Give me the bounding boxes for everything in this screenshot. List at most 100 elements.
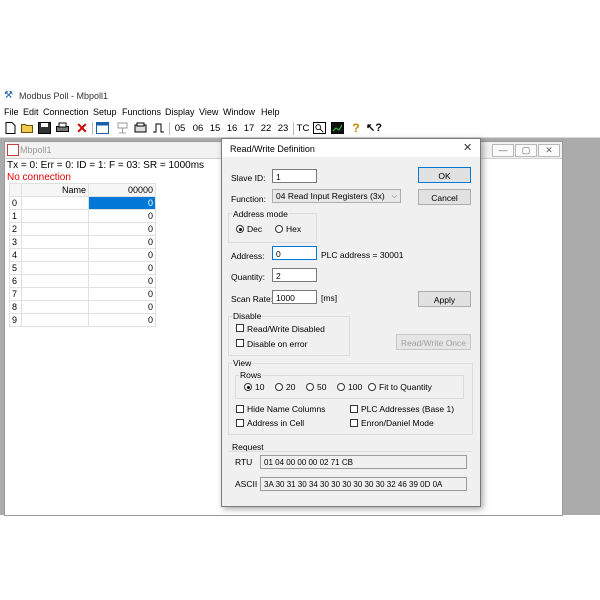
table-row[interactable]: 10 xyxy=(9,209,156,223)
help-icon[interactable]: ? xyxy=(350,121,362,136)
row-value[interactable]: 0 xyxy=(88,235,156,249)
new-file-icon[interactable] xyxy=(4,122,17,134)
table-row[interactable]: 60 xyxy=(9,274,156,288)
apply-button[interactable]: Apply xyxy=(418,291,471,307)
row-value[interactable]: 0 xyxy=(88,287,156,301)
menu-connection[interactable]: Connection xyxy=(43,107,89,117)
save-icon[interactable] xyxy=(38,122,51,134)
dec-radio[interactable] xyxy=(236,225,244,233)
row-name[interactable] xyxy=(21,287,89,301)
address-in-cell-checkbox[interactable] xyxy=(236,419,244,427)
close-button[interactable]: ✕ xyxy=(538,144,560,157)
table-row[interactable]: 40 xyxy=(9,248,156,262)
grid-corner xyxy=(9,183,22,197)
menu-edit[interactable]: Edit xyxy=(23,107,39,117)
connect-icon[interactable] xyxy=(116,122,129,134)
fc-17-button[interactable]: 17 xyxy=(241,121,257,136)
rows-fit-radio[interactable] xyxy=(368,383,376,391)
menu-view[interactable]: View xyxy=(199,107,218,117)
fc-22-button[interactable]: 22 xyxy=(258,121,274,136)
header-address: 00000 xyxy=(88,183,156,197)
rw-disabled-checkbox[interactable] xyxy=(236,324,244,332)
fc-23-button[interactable]: 23 xyxy=(275,121,291,136)
row-value[interactable]: 0 xyxy=(88,261,156,275)
rows-20-radio[interactable] xyxy=(275,383,283,391)
hex-radio[interactable] xyxy=(275,225,283,233)
menu-help[interactable]: Help xyxy=(261,107,280,117)
dialog-title: Read/Write Definition xyxy=(230,144,315,154)
chart-icon[interactable] xyxy=(331,122,344,134)
row-name[interactable] xyxy=(21,209,89,223)
mbpoll-title: Mbpoll1 xyxy=(20,145,52,155)
register-grid: Name 00000 00 10 20 30 40 50 60 70 80 90 xyxy=(9,183,156,327)
rows-10-radio[interactable] xyxy=(244,383,252,391)
document-icon xyxy=(7,144,19,156)
row-value[interactable]: 0 xyxy=(88,222,156,236)
menu-window[interactable]: Window xyxy=(223,107,255,117)
disconnect-icon[interactable] xyxy=(134,122,147,134)
ok-button[interactable]: OK xyxy=(418,167,471,183)
menu-display[interactable]: Display xyxy=(165,107,195,117)
row-name[interactable] xyxy=(21,261,89,275)
row-value[interactable]: 0 xyxy=(88,300,156,314)
rows-title: Rows xyxy=(239,370,263,380)
rw-once-button[interactable]: Read/Write Once xyxy=(396,334,471,350)
table-row[interactable]: 90 xyxy=(9,313,156,327)
table-row[interactable]: 70 xyxy=(9,287,156,301)
plc-addresses-label: PLC Addresses (Base 1) xyxy=(361,404,455,414)
maximize-button[interactable]: ▢ xyxy=(515,144,537,157)
quantity-input[interactable]: 2 xyxy=(272,268,317,282)
table-row[interactable]: 00 xyxy=(9,196,156,210)
rw-disabled-label: Read/Write Disabled xyxy=(247,324,325,334)
menu-functions[interactable]: Functions xyxy=(122,107,161,117)
row-value[interactable]: 0 xyxy=(88,248,156,262)
table-row[interactable]: 80 xyxy=(9,300,156,314)
row-value[interactable]: 0 xyxy=(88,313,156,327)
scan-rate-input[interactable]: 1000 xyxy=(272,290,317,304)
cancel-button[interactable]: Cancel xyxy=(418,189,471,205)
app-icon: ⚒ xyxy=(4,90,13,101)
slave-id-input[interactable]: 1 xyxy=(272,169,317,183)
table-row[interactable]: 30 xyxy=(9,235,156,249)
enron-mode-checkbox[interactable] xyxy=(350,419,358,427)
row-index: 0 xyxy=(9,196,22,210)
fc-16-button[interactable]: 16 xyxy=(224,121,240,136)
fc-05-button[interactable]: 05 xyxy=(172,121,188,136)
plc-addresses-checkbox[interactable] xyxy=(350,405,358,413)
menu-file[interactable]: File xyxy=(4,107,19,117)
delete-icon[interactable]: ✕ xyxy=(75,121,89,136)
traffic-icon[interactable] xyxy=(313,122,326,134)
table-row[interactable]: 50 xyxy=(9,261,156,275)
tc-button[interactable]: TC xyxy=(295,121,311,136)
disable-on-error-checkbox[interactable] xyxy=(236,339,244,347)
address-input[interactable]: 0 xyxy=(272,246,317,260)
app-titlebar: ⚒ Modbus Poll - Mbpoll1 xyxy=(0,88,600,104)
rows-100-radio[interactable] xyxy=(337,383,345,391)
row-name[interactable] xyxy=(21,196,89,210)
view-title: View xyxy=(232,358,253,368)
row-name[interactable] xyxy=(21,313,89,327)
row-value[interactable]: 0 xyxy=(88,196,156,210)
window-icon[interactable] xyxy=(96,122,109,134)
row-value[interactable]: 0 xyxy=(88,209,156,223)
pulse-icon[interactable] xyxy=(152,122,165,134)
hide-name-columns-checkbox[interactable] xyxy=(236,405,244,413)
print-icon[interactable] xyxy=(56,122,69,134)
fc-15-button[interactable]: 15 xyxy=(207,121,223,136)
row-name[interactable] xyxy=(21,222,89,236)
row-name[interactable] xyxy=(21,300,89,314)
fc-06-button[interactable]: 06 xyxy=(190,121,206,136)
menu-setup[interactable]: Setup xyxy=(93,107,117,117)
disable-title: Disable xyxy=(232,311,263,321)
row-name[interactable] xyxy=(21,248,89,262)
function-select[interactable]: 04 Read Input Registers (3x) ⌵ xyxy=(272,189,401,203)
row-value[interactable]: 0 xyxy=(88,274,156,288)
minimize-button[interactable]: — xyxy=(492,144,514,157)
rows-50-radio[interactable] xyxy=(306,383,314,391)
context-help-icon[interactable]: ↖? xyxy=(366,121,382,136)
close-icon[interactable]: ✕ xyxy=(463,141,472,154)
table-row[interactable]: 20 xyxy=(9,222,156,236)
row-name[interactable] xyxy=(21,274,89,288)
row-name[interactable] xyxy=(21,235,89,249)
open-folder-icon[interactable] xyxy=(21,122,34,134)
